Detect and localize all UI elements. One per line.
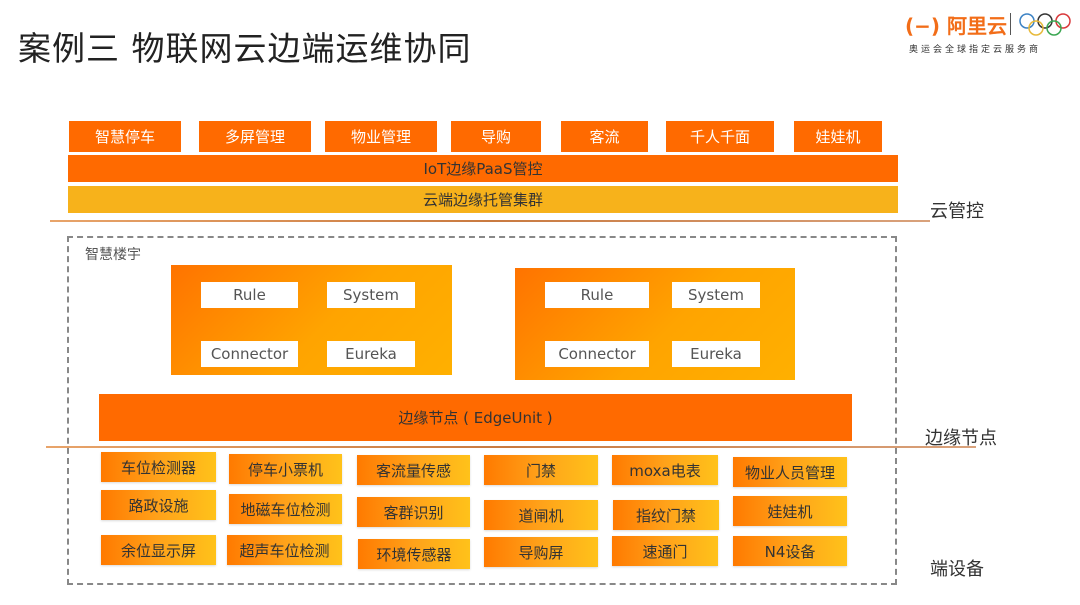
cloud-app: 千人千面 [666, 121, 774, 152]
cloud-app: 物业管理 [325, 121, 437, 152]
cloud-app: 客流 [561, 121, 648, 152]
cloud-cluster-bar: 云端边缘托管集群 [68, 186, 898, 213]
aliyun-bracket-icon: (−) [905, 14, 941, 38]
layer-divider-cloud [50, 220, 930, 222]
device-item: 门禁 [484, 455, 598, 485]
device-item: 余位显示屏 [101, 535, 216, 565]
device-item: 导购屏 [484, 537, 598, 567]
edge-service-group: Rule System Connector Eureka [515, 268, 795, 380]
brand-logo: (−) 阿里云 奥运会全球指定云服务商 [905, 10, 1071, 60]
paas-control-bar: IoT边缘PaaS管控 [68, 155, 898, 182]
aliyun-logo: (−) 阿里云 [905, 10, 1007, 39]
device-item: 指纹门禁 [613, 500, 719, 530]
zone-label: 智慧楼宇 [85, 247, 141, 263]
edge-service-group: Rule System Connector Eureka [171, 265, 452, 375]
cloud-app: 智慧停车 [69, 121, 181, 152]
page-title: 案例三 物联网云边端运维协同 [18, 29, 472, 68]
cloud-app: 多屏管理 [199, 121, 311, 152]
olympic-rings-icon [1019, 13, 1071, 36]
device-item: 物业人员管理 [733, 457, 847, 487]
device-item: 客流量传感 [357, 455, 470, 485]
device-item: 地磁车位检测 [229, 494, 342, 524]
brand-name: 阿里云 [947, 14, 1008, 38]
layer-label-device: 端设备 [930, 559, 984, 580]
device-item: N4设备 [733, 536, 847, 566]
service-chip-connector: Connector [201, 341, 298, 367]
service-chip-connector: Connector [545, 341, 649, 367]
device-item: 超声车位检测 [227, 535, 342, 565]
device-item: 娃娃机 [733, 496, 847, 526]
cloud-app: 娃娃机 [794, 121, 882, 152]
layer-label-cloud: 云管控 [930, 201, 984, 222]
cloud-app: 导购 [451, 121, 541, 152]
service-chip-system: System [327, 282, 415, 308]
service-chip-rule: Rule [201, 282, 298, 308]
service-chip-system: System [672, 282, 760, 308]
device-item: 道闸机 [484, 500, 598, 530]
device-item: moxa电表 [612, 455, 718, 485]
edge-unit-bar: 边缘节点 ( EdgeUnit ) [99, 394, 852, 441]
device-item: 路政设施 [101, 490, 216, 520]
logo-subtitle: 奥运会全球指定云服务商 [909, 45, 1042, 55]
service-chip-rule: Rule [545, 282, 649, 308]
device-item: 环境传感器 [358, 539, 470, 569]
device-item: 车位检测器 [101, 452, 216, 482]
device-item: 停车小票机 [229, 454, 342, 484]
service-chip-eureka: Eureka [672, 341, 760, 367]
service-chip-eureka: Eureka [327, 341, 415, 367]
device-item: 客群识别 [357, 497, 470, 527]
device-item: 速通门 [612, 536, 718, 566]
layer-divider-edge [46, 446, 976, 448]
logo-divider [1010, 13, 1011, 35]
